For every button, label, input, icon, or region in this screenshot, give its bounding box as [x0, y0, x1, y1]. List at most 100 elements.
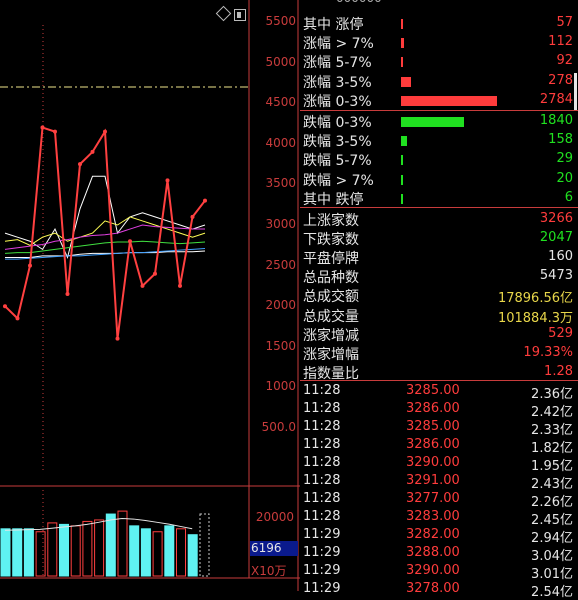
y-tick-label: 2000 [265, 298, 296, 313]
volume-bar [105, 513, 116, 577]
tick-price: 3290.00 [406, 563, 460, 578]
divider-down-summary [300, 207, 578, 208]
y-tick-label: 4500 [265, 95, 296, 110]
tick-time: 11:29 [303, 581, 341, 596]
y-tick-label: 4000 [265, 135, 296, 150]
volume-bar [94, 519, 105, 577]
table-row[interactable]: 11:29 3288.00 3.04亿 [300, 545, 578, 564]
stat-label: 涨幅 > 7% [303, 36, 374, 53]
stat-label: 下跌家数 [303, 232, 359, 249]
table-row[interactable]: 11:29 3278.00 2.54亿 [300, 581, 578, 600]
y-tick-label: 3500 [265, 176, 296, 191]
table-row[interactable]: 11:28 3286.00 1.82亿 [300, 437, 578, 456]
price-point [153, 271, 157, 276]
tick-volume: 1.95亿 [531, 459, 573, 474]
tick-volume: 2.33亿 [531, 423, 573, 438]
volume-bar [117, 510, 128, 577]
price-point [203, 198, 207, 203]
table-row[interactable]: 11:29 3290.00 3.01亿 [300, 563, 578, 582]
price-point [178, 283, 182, 288]
volume-bar [82, 520, 93, 577]
table-row[interactable]: 11:28 3286.00 2.42亿 [300, 401, 578, 420]
header-code: 000000 [336, 0, 382, 5]
tick-volume: 2.36亿 [531, 387, 573, 402]
stat-label: 涨家增幅 [303, 346, 359, 363]
stat-label: 涨幅 0-3% [303, 93, 372, 110]
volume-tick: 20000 [255, 510, 294, 524]
volume-current-box: 6196 [250, 541, 298, 556]
volume-unit: X10万 [251, 564, 287, 578]
volume-bar [35, 531, 46, 577]
stat-bar [401, 76, 411, 87]
table-row[interactable]: 11:28 3291.00 2.43亿 [300, 473, 578, 492]
current-volume-bar [199, 513, 210, 577]
tick-time: 11:29 [303, 527, 341, 542]
tick-price: 3285.00 [406, 383, 460, 398]
volume-bar [140, 528, 151, 577]
tick-volume: 2.26亿 [531, 495, 573, 510]
stat-label: 总品种数 [303, 270, 359, 287]
price-point [165, 178, 170, 183]
stat-value: 5473 [539, 268, 573, 284]
stat-value: 101884.3万 [497, 310, 573, 326]
stat-label: 涨家增减 [303, 327, 359, 344]
y-tick-label: 500.0 [261, 420, 296, 434]
tick-price: 3282.00 [406, 527, 460, 542]
stat-label: 跌幅 5-7% [303, 153, 372, 170]
stat-value: 6 [564, 189, 573, 205]
stat-bar [401, 193, 403, 204]
stat-bar [401, 57, 404, 68]
table-row[interactable]: 11:28 3285.00 2.33亿 [300, 419, 578, 438]
stat-value: 529 [548, 325, 573, 341]
volume-bar [47, 522, 58, 577]
price-point [78, 162, 82, 167]
volume-bars [0, 510, 198, 577]
header-cursor [574, 73, 577, 111]
tick-price: 3283.00 [406, 509, 460, 524]
tick-time: 11:28 [303, 419, 341, 434]
tick-volume: 2.94亿 [531, 531, 573, 546]
tick-volume: 2.43亿 [531, 477, 573, 492]
price-point [65, 292, 70, 297]
volume-bar [129, 525, 140, 577]
table-row[interactable]: 11:29 3282.00 2.94亿 [300, 527, 578, 546]
volume-bar [176, 528, 186, 577]
price-point [53, 129, 57, 134]
tick-time: 11:28 [303, 437, 341, 452]
stat-value: 3266 [539, 211, 573, 226]
stat-bar [401, 95, 497, 106]
table-row[interactable]: 11:28 3277.00 2.26亿 [300, 491, 578, 510]
volume-bar [0, 528, 11, 577]
tick-time: 11:28 [303, 401, 341, 416]
tick-price: 3277.00 [406, 491, 460, 506]
tick-price: 3286.00 [406, 437, 460, 452]
stat-bar [401, 174, 403, 185]
stat-bar [401, 117, 465, 127]
stat-bar [401, 136, 407, 147]
stat-value: 29 [556, 151, 573, 167]
price-point [90, 149, 95, 154]
tick-price: 3285.00 [406, 419, 460, 434]
stat-bar [401, 155, 403, 166]
stat-value: 278 [548, 72, 573, 88]
y-tick-label: 2500 [265, 257, 296, 272]
price-point [190, 214, 195, 219]
stat-label: 跌幅 0-3% [303, 115, 372, 131]
stat-value: 1.28 [544, 363, 573, 379]
table-row[interactable]: 11:28 3290.00 1.95亿 [300, 455, 578, 474]
table-row[interactable]: 11:28 3285.00 2.36亿 [300, 383, 578, 402]
volume-bar [152, 531, 163, 577]
y-tick-label: 1500 [265, 338, 296, 353]
price-point [28, 263, 32, 268]
volume-bar [187, 534, 198, 577]
table-row[interactable]: 11:28 3283.00 2.45亿 [300, 509, 578, 528]
tick-volume: 3.01亿 [531, 567, 573, 582]
tick-volume: 2.42亿 [531, 405, 573, 420]
tick-volume: 2.45亿 [531, 513, 573, 528]
tick-time: 11:28 [303, 455, 341, 470]
tick-time: 11:28 [303, 491, 341, 506]
stat-value: 57 [556, 15, 573, 30]
price-point [128, 239, 132, 244]
stat-label: 上涨家数 [303, 213, 359, 229]
tick-time: 11:29 [303, 545, 341, 560]
